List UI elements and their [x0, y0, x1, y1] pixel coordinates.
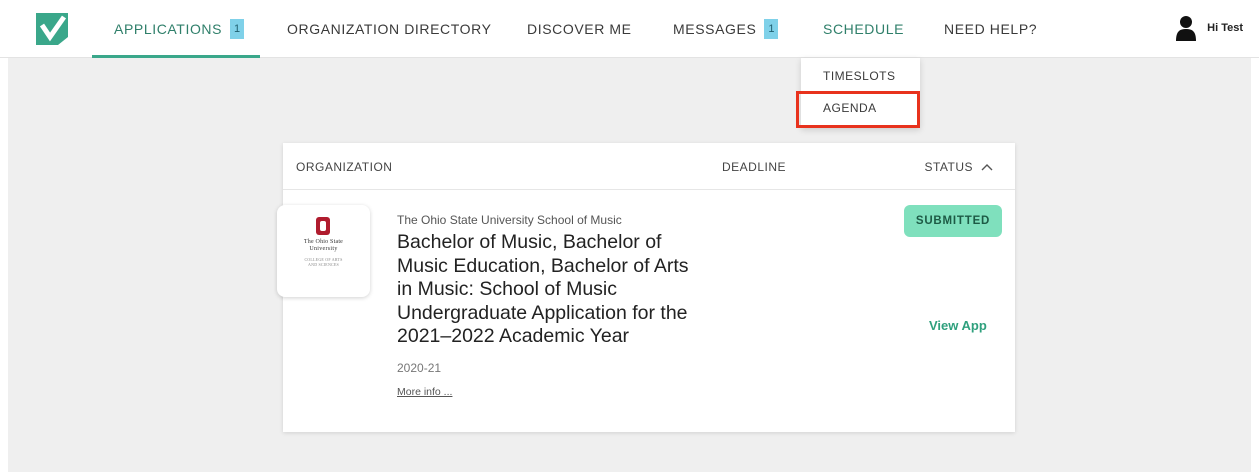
application-year: 2020-21: [397, 361, 442, 375]
view-app-link[interactable]: View App: [929, 318, 987, 333]
top-nav: APPLICATIONS 1 ORGANIZATION DIRECTORY DI…: [0, 0, 1259, 58]
organization-name: The Ohio State University School of Musi…: [397, 213, 622, 227]
organization-logo: The Ohio State University COLLEGE OF ART…: [277, 205, 370, 297]
nav-need-help[interactable]: NEED HELP?: [944, 0, 1037, 58]
column-header-organization[interactable]: ORGANIZATION: [296, 160, 392, 174]
nav-messages-label: MESSAGES: [673, 21, 757, 37]
user-menu[interactable]: Hi Test: [1175, 16, 1243, 41]
menu-item-agenda[interactable]: AGENDA: [801, 92, 920, 124]
table-header: ORGANIZATION DEADLINE STATUS: [283, 143, 1015, 190]
program-title: Bachelor of Music, Bachelor of Music Edu…: [397, 231, 689, 347]
nav-schedule-label: SCHEDULE: [823, 21, 905, 37]
block-o-icon: [316, 217, 330, 235]
nav-applications[interactable]: APPLICATIONS 1: [91, 0, 261, 58]
applications-table: ORGANIZATION DEADLINE STATUS The Ohio St…: [277, 143, 1015, 432]
logo-text-line-4: AND SCIENCES: [308, 262, 339, 267]
chevron-up-icon: [981, 164, 993, 171]
messages-count-badge: 1: [764, 19, 779, 39]
applications-count-badge: 1: [230, 19, 245, 39]
status-badge: SUBMITTED: [904, 205, 1002, 237]
nav-messages[interactable]: MESSAGES 1: [673, 0, 779, 58]
logo-text-line-1: The Ohio State: [303, 239, 344, 245]
more-info-link[interactable]: More info ...: [397, 386, 452, 398]
status-header-label: STATUS: [924, 160, 973, 174]
nav-schedule[interactable]: SCHEDULE: [823, 0, 904, 58]
user-silhouette-icon: [1176, 16, 1197, 41]
menu-item-timeslots[interactable]: TIMESLOTS: [801, 60, 920, 92]
nav-need-help-label: NEED HELP?: [944, 21, 1038, 37]
column-header-deadline[interactable]: DEADLINE: [722, 160, 786, 174]
column-header-status[interactable]: STATUS: [924, 160, 993, 174]
nav-discover-me-label: DISCOVER ME: [527, 21, 632, 37]
logo-text-line-2: University: [309, 246, 338, 252]
nav-applications-label: APPLICATIONS: [114, 21, 223, 37]
nav-organization-directory-label: ORGANIZATION DIRECTORY: [287, 21, 492, 37]
user-greeting: Hi Test: [1207, 22, 1243, 34]
nav-organization-directory[interactable]: ORGANIZATION DIRECTORY: [287, 0, 492, 58]
schedule-dropdown: TIMESLOTS AGENDA: [801, 58, 920, 128]
checkmark-logo-icon[interactable]: [34, 11, 70, 47]
nav-discover-me[interactable]: DISCOVER ME: [527, 0, 632, 58]
